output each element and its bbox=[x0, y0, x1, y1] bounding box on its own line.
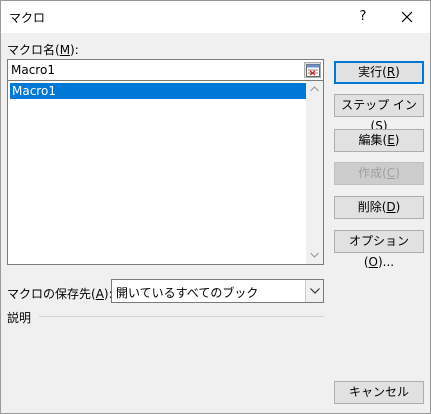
macro-dialog: マクロ ? マクロ名(M): Macro1 Macro1 実行(R) ステップ … bbox=[0, 0, 431, 414]
edit-button[interactable]: 編集(E) bbox=[334, 129, 424, 152]
description-label: 説明 bbox=[7, 311, 32, 325]
cancel-button[interactable]: キャンセル bbox=[334, 381, 424, 404]
title-bar: マクロ ? bbox=[1, 1, 430, 33]
collapse-dialog-icon bbox=[306, 64, 320, 77]
chevron-down-icon bbox=[310, 288, 320, 294]
store-in-label: マクロの保存先(A): bbox=[7, 287, 113, 301]
close-icon bbox=[401, 11, 413, 23]
macro-name-label: マクロ名(M): bbox=[7, 43, 79, 57]
macro-list[interactable]: Macro1 bbox=[7, 81, 324, 265]
scroll-down-button[interactable] bbox=[306, 247, 323, 264]
options-button[interactable]: オプション(O)... bbox=[334, 230, 424, 269]
run-button[interactable]: 実行(R) bbox=[334, 61, 424, 84]
chevron-up-icon bbox=[310, 86, 319, 92]
step-into-button[interactable]: ステップ イン(S) bbox=[334, 94, 424, 133]
close-button[interactable] bbox=[385, 1, 429, 33]
dropdown-button[interactable] bbox=[305, 280, 323, 302]
store-in-selected: 開いているすべてのブック bbox=[116, 286, 259, 300]
description-divider bbox=[39, 316, 324, 317]
scroll-up-button[interactable] bbox=[306, 81, 323, 98]
macro-name-input[interactable]: Macro1 bbox=[7, 59, 324, 81]
help-button[interactable]: ? bbox=[347, 1, 379, 33]
vertical-scrollbar[interactable] bbox=[306, 81, 323, 264]
delete-button[interactable]: 削除(D) bbox=[334, 196, 424, 219]
chevron-down-icon bbox=[310, 252, 319, 258]
macro-name-value[interactable]: Macro1 bbox=[11, 63, 55, 77]
create-button[interactable]: 作成(C) bbox=[334, 162, 424, 185]
list-item[interactable]: Macro1 bbox=[10, 83, 306, 99]
collapse-dialog-button[interactable] bbox=[304, 62, 321, 78]
dialog-title: マクロ bbox=[9, 11, 46, 25]
store-in-dropdown[interactable]: 開いているすべてのブック bbox=[111, 279, 324, 303]
